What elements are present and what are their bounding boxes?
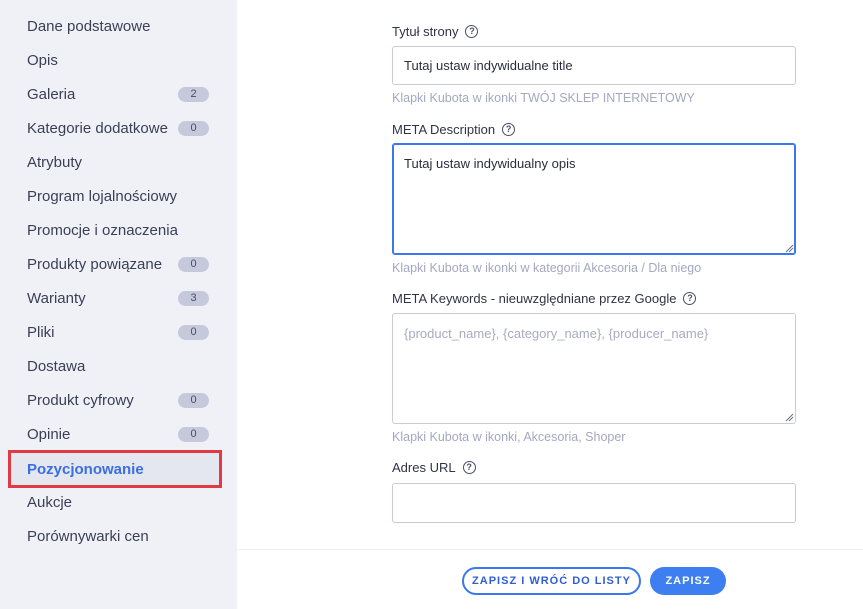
count-badge: 0 bbox=[178, 427, 209, 442]
page-title-hint: Klapki Kubota w ikonki TWÓJ SKLEP INTERN… bbox=[392, 91, 695, 105]
help-icon[interactable]: ? bbox=[465, 25, 479, 38]
sidebar-item-galeria[interactable]: Galeria 2 bbox=[10, 77, 220, 111]
sidebar-item-kategorie-dodatkowe[interactable]: Kategorie dodatkowe 0 bbox=[10, 111, 220, 145]
sidebar-item-label: Opinie bbox=[27, 425, 71, 443]
meta-description-hint: Klapki Kubota w ikonki w kategorii Akces… bbox=[392, 261, 702, 275]
meta-description-textarea[interactable]: Tutaj ustaw indywidualny opis bbox=[392, 143, 796, 255]
sidebar-item-promocje[interactable]: Promocje i oznaczenia bbox=[10, 213, 220, 247]
sidebar-item-porownywarki-cen[interactable]: Porównywarki cen bbox=[10, 519, 220, 553]
count-badge: 0 bbox=[178, 325, 209, 340]
sidebar-item-label: Pliki bbox=[27, 323, 55, 341]
sidebar-item-atrybuty[interactable]: Atrybuty bbox=[10, 145, 220, 179]
sidebar-item-label: Pozycjonowanie bbox=[27, 460, 144, 478]
sidebar-item-warianty[interactable]: Warianty 3 bbox=[10, 281, 220, 315]
action-footer: ZAPISZ I WRÓĆ DO LISTY ZAPISZ bbox=[237, 549, 863, 609]
resize-handle-icon[interactable] bbox=[784, 243, 794, 253]
sidebar-item-opinie[interactable]: Opinie 0 bbox=[10, 417, 220, 451]
sidebar-item-pliki[interactable]: Pliki 0 bbox=[10, 315, 220, 349]
field-label-text: META Keywords - nieuwzględniane przez Go… bbox=[392, 291, 677, 306]
sidebar-item-label: Program lojalnościowy bbox=[27, 187, 178, 205]
meta-keywords-textarea[interactable] bbox=[392, 313, 796, 424]
sidebar-item-label: Aukcje bbox=[27, 493, 73, 511]
field-label-text: Tytuł strony bbox=[392, 24, 459, 39]
page-title-label: Tytuł strony ? bbox=[392, 24, 479, 39]
help-icon[interactable]: ? bbox=[683, 292, 697, 305]
count-badge: 2 bbox=[178, 87, 209, 102]
help-icon[interactable]: ? bbox=[502, 123, 516, 136]
url-input[interactable] bbox=[392, 483, 796, 523]
url-label: Adres URL ? bbox=[392, 460, 476, 475]
sidebar-item-dostawa[interactable]: Dostawa bbox=[10, 349, 220, 383]
sidebar-item-produkty-powiazane[interactable]: Produkty powiązane 0 bbox=[10, 247, 220, 281]
save-button[interactable]: ZAPISZ bbox=[650, 567, 726, 595]
resize-handle-icon[interactable] bbox=[784, 412, 794, 422]
product-edit-screen: Dane podstawowe Opis Galeria 2 Kategorie… bbox=[0, 0, 863, 609]
sidebar-item-label: Dostawa bbox=[27, 357, 86, 375]
meta-description-label: META Description ? bbox=[392, 122, 516, 137]
sidebar: Dane podstawowe Opis Galeria 2 Kategorie… bbox=[0, 0, 237, 609]
sidebar-item-label: Porównywarki cen bbox=[27, 527, 149, 545]
sidebar-item-label: Produkty powiązane bbox=[27, 255, 163, 273]
sidebar-item-label: Opis bbox=[27, 51, 58, 69]
save-and-back-button[interactable]: ZAPISZ I WRÓĆ DO LISTY bbox=[462, 567, 641, 595]
sidebar-item-label: Warianty bbox=[27, 289, 86, 307]
help-icon[interactable]: ? bbox=[462, 461, 476, 474]
sidebar-item-label: Kategorie dodatkowe bbox=[27, 119, 168, 137]
count-badge: 0 bbox=[178, 121, 209, 136]
sidebar-item-aukcje[interactable]: Aukcje bbox=[10, 485, 220, 519]
sidebar-item-label: Dane podstawowe bbox=[27, 17, 151, 35]
sidebar-item-label: Galeria bbox=[27, 85, 76, 103]
meta-keywords-label: META Keywords - nieuwzględniane przez Go… bbox=[392, 291, 697, 306]
meta-keywords-hint: Klapki Kubota w ikonki, Akcesoria, Shope… bbox=[392, 430, 626, 444]
count-badge: 0 bbox=[178, 393, 209, 408]
count-badge: 0 bbox=[178, 257, 209, 272]
field-label-text: META Description bbox=[392, 122, 496, 137]
sidebar-item-dane-podstawowe[interactable]: Dane podstawowe bbox=[10, 9, 220, 43]
sidebar-item-label: Promocje i oznaczenia bbox=[27, 221, 178, 239]
sidebar-item-pozycjonowanie[interactable]: Pozycjonowanie bbox=[10, 452, 220, 486]
sidebar-item-produkt-cyfrowy[interactable]: Produkt cyfrowy 0 bbox=[10, 383, 220, 417]
page-title-input[interactable] bbox=[392, 46, 796, 85]
sidebar-item-label: Atrybuty bbox=[27, 153, 83, 171]
sidebar-item-label: Produkt cyfrowy bbox=[27, 391, 134, 409]
count-badge: 3 bbox=[178, 291, 209, 306]
field-label-text: Adres URL bbox=[392, 460, 456, 475]
sidebar-item-program-lojalnosciowy[interactable]: Program lojalnościowy bbox=[10, 179, 220, 213]
sidebar-item-opis[interactable]: Opis bbox=[10, 43, 220, 77]
